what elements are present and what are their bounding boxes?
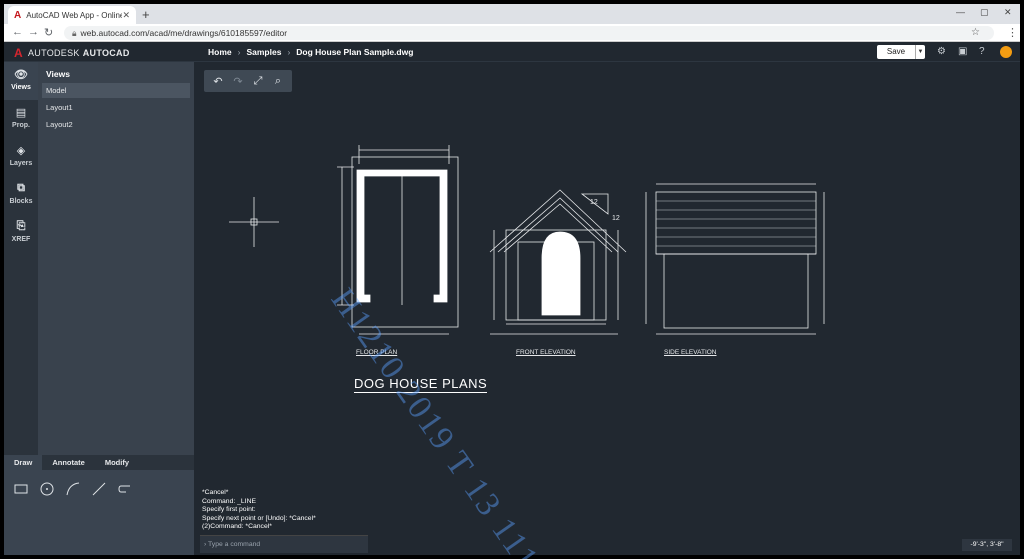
autocad-logo-icon: A [14,46,23,60]
app-header: A AUTODESK AUTOCAD Home › Samples › Dog … [4,42,1020,62]
draw-tabs: Draw Annotate Modify [4,455,194,470]
crumb-file: Dog House Plan Sample.dwg [296,47,414,57]
view-layout1[interactable]: Layout1 [42,100,190,115]
properties-icon: ▤ [15,107,27,119]
command-line: *Cancel* [202,489,229,496]
rail-layers[interactable]: ◈ Layers [4,138,38,176]
rail-xref[interactable]: ⎘ XREF [4,214,38,252]
brand-autocad: AUTOCAD [82,48,130,58]
tab-annotate[interactable]: Annotate [42,455,95,470]
autocad-app: A AUTODESK AUTOCAD Home › Samples › Dog … [4,42,1020,559]
forward-icon[interactable]: → [28,26,39,38]
crumb-home[interactable]: Home [208,47,232,57]
command-line: (2)Command: *Cancel* [202,523,272,531]
polyline-tool-icon[interactable] [116,480,134,498]
label-floor-plan: FLOOR PLAN [356,349,398,356]
chevron-right-icon: › [287,47,291,57]
close-tab-icon[interactable]: ✕ [122,10,130,21]
command-line: Specify next point or [Undo]: *Cancel* [202,514,316,522]
layers-icon: ◈ [16,145,26,157]
line-tool-icon[interactable] [90,480,108,498]
maximize-button[interactable]: ▢ [980,7,989,18]
rail-label: XREF [11,236,31,243]
minimize-button[interactable]: — [956,7,965,17]
brand-autodesk: AUTODESK [27,48,80,58]
rail-blocks[interactable]: ⧉ Blocks [4,176,38,214]
back-icon[interactable]: ← [12,26,23,38]
rail-label: Blocks [9,198,33,205]
label-side-elevation: SIDE ELEVATION [664,349,717,356]
url-text: web.autocad.com/acad/me/drawings/6101855… [80,28,288,38]
xref-icon: ⎘ [16,220,26,232]
command-placeholder: Type a command [208,541,261,548]
panel-title: Views [46,69,70,79]
draw-tools [4,470,194,555]
url-field[interactable]: 🔒︎ web.autocad.com/acad/me/drawings/61018… [64,26,994,40]
print-icon[interactable]: ▣ [958,46,967,57]
command-history: *Cancel* Command: _LINE Specify first po… [202,489,316,532]
side-elevation-geometry [645,183,825,335]
blocks-icon: ⧉ [17,182,25,194]
crumb-samples[interactable]: Samples [246,47,281,57]
save-button[interactable]: Save [877,45,915,59]
settings-gear-icon[interactable]: ⚙ [937,46,946,57]
command-line: Specify first point: [202,506,256,514]
coordinate-readout: -9'-3", 3'-8" [962,539,1012,551]
autodesk-logo: A AUTODESK AUTOCAD [14,46,130,60]
rail-label: Layers [9,160,33,167]
circle-tool-icon[interactable] [38,480,56,498]
browser-tab-title: AutoCAD Web App - Online C [26,10,123,20]
view-layout2[interactable]: Layout2 [42,117,190,132]
left-rail: 👁︎ Views ▤ Prop. ◈ Layers ⧉ Blocks ⎘ XRE… [4,62,38,455]
command-line: Command: _LINE [202,497,257,505]
command-input[interactable]: › Type a command [200,535,368,553]
browser-tabstrip: A AutoCAD Web App - Online C ✕ + — ▢ ✕ [4,4,1020,24]
prompt-chevron-icon: › [204,541,207,548]
close-window-button[interactable]: ✕ [1004,7,1012,18]
front-door-arch [541,231,581,316]
tab-modify[interactable]: Modify [95,455,139,470]
roof-shingles [656,200,816,247]
rail-label: Views [11,84,31,91]
cad-drawing: 12 12 [229,145,825,335]
tab-draw[interactable]: Draw [4,455,43,470]
bookmark-star-icon[interactable]: ☆ [971,27,980,38]
help-icon[interactable]: ? [979,46,985,57]
address-bar: ← → ↻ 🔒︎ web.autocad.com/acad/me/drawings… [4,24,1020,42]
rail-label: Prop. [12,122,30,129]
views-panel: Views Model Layout1 Layout2 [38,62,194,455]
label-front-elevation: FRONT ELEVATION [516,349,576,356]
rail-views[interactable]: 👁︎ Views [4,62,38,100]
rectangle-tool-icon[interactable] [12,480,30,498]
save-dropdown-icon[interactable]: ▼ [915,45,925,59]
arc-tool-icon[interactable] [64,480,82,498]
pitch-label-a: 12 [590,199,598,206]
user-avatar[interactable] [1000,46,1012,58]
view-model[interactable]: Model [42,83,190,98]
drawing-canvas[interactable]: ↶ ↷ ⤢ ⌕ 12 12 FLOOR PLAN FRONT ELEVATION… [194,62,1020,559]
pitch-label-b: 12 [612,215,620,222]
drawing-title: DOG HOUSE PLANS [354,376,488,393]
browser-tab[interactable]: A AutoCAD Web App - Online C ✕ [8,6,136,24]
views-icon: 👁︎ [14,69,28,81]
browser-menu-icon[interactable]: ⋮ [1007,26,1018,39]
autocad-favicon-icon: A [14,9,22,21]
chevron-right-icon: › [237,47,241,57]
rail-properties[interactable]: ▤ Prop. [4,100,38,138]
new-tab-button[interactable]: + [142,7,150,22]
lock-icon: 🔒︎ [72,28,77,38]
breadcrumb: Home › Samples › Dog House Plan Sample.d… [208,47,413,57]
reload-icon[interactable]: ↻ [44,26,53,39]
